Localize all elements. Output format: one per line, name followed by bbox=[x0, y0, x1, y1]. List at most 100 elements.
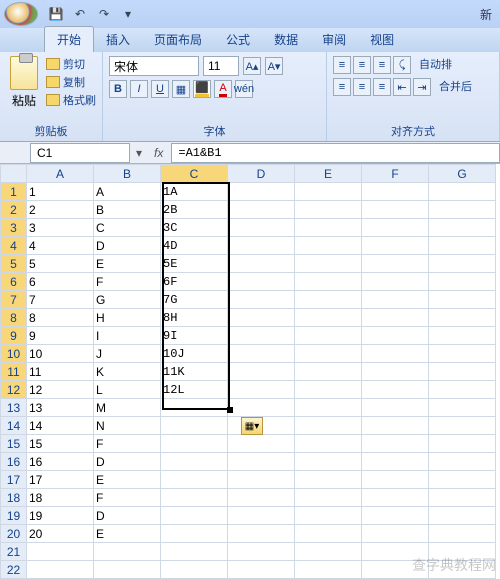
cell-G7[interactable] bbox=[429, 291, 496, 309]
office-button[interactable] bbox=[4, 2, 38, 26]
cell-C1[interactable]: 1A bbox=[161, 183, 228, 201]
cell-C18[interactable] bbox=[161, 489, 228, 507]
cell-G10[interactable] bbox=[429, 345, 496, 363]
align-right-button[interactable]: ≡ bbox=[373, 78, 391, 96]
cell-G6[interactable] bbox=[429, 273, 496, 291]
bold-button[interactable]: B bbox=[109, 80, 127, 98]
format-painter-button[interactable]: 格式刷 bbox=[46, 92, 96, 108]
cell-G16[interactable] bbox=[429, 453, 496, 471]
cell-A7[interactable]: 7 bbox=[27, 291, 94, 309]
cell-F2[interactable] bbox=[362, 201, 429, 219]
cell-C10[interactable]: 10J bbox=[161, 345, 228, 363]
row-header-7[interactable]: 7 bbox=[1, 291, 27, 309]
cell-F8[interactable] bbox=[362, 309, 429, 327]
cell-D6[interactable] bbox=[228, 273, 295, 291]
cell-C6[interactable]: 6F bbox=[161, 273, 228, 291]
cell-D22[interactable] bbox=[228, 561, 295, 579]
cell-B4[interactable]: D bbox=[94, 237, 161, 255]
cell-D16[interactable] bbox=[228, 453, 295, 471]
cell-F6[interactable] bbox=[362, 273, 429, 291]
cell-F13[interactable] bbox=[362, 399, 429, 417]
cell-F22[interactable] bbox=[362, 561, 429, 579]
cell-C2[interactable]: 2B bbox=[161, 201, 228, 219]
redo-icon[interactable]: ↷ bbox=[94, 4, 114, 24]
cell-C4[interactable]: 4D bbox=[161, 237, 228, 255]
font-name-combo[interactable]: 宋体 bbox=[109, 56, 199, 76]
cell-E2[interactable] bbox=[295, 201, 362, 219]
cell-E1[interactable] bbox=[295, 183, 362, 201]
cell-B7[interactable]: G bbox=[94, 291, 161, 309]
cell-A19[interactable]: 19 bbox=[27, 507, 94, 525]
cell-A12[interactable]: 12 bbox=[27, 381, 94, 399]
fx-icon[interactable]: fx bbox=[146, 146, 171, 160]
cell-D9[interactable] bbox=[228, 327, 295, 345]
cell-A1[interactable]: 1 bbox=[27, 183, 94, 201]
row-header-15[interactable]: 15 bbox=[1, 435, 27, 453]
cell-E5[interactable] bbox=[295, 255, 362, 273]
autofill-options-button[interactable]: ▦▾ bbox=[241, 417, 263, 435]
cut-button[interactable]: 剪切 bbox=[46, 56, 96, 72]
cell-D19[interactable] bbox=[228, 507, 295, 525]
cell-C16[interactable] bbox=[161, 453, 228, 471]
row-header-1[interactable]: 1 bbox=[1, 183, 27, 201]
cell-E10[interactable] bbox=[295, 345, 362, 363]
cell-F5[interactable] bbox=[362, 255, 429, 273]
tab-公式[interactable]: 公式 bbox=[214, 27, 262, 52]
worksheet[interactable]: ABCDEFG11A1A22B2B33C3C44D4D55E5E66F6F77G… bbox=[0, 164, 500, 579]
cell-E16[interactable] bbox=[295, 453, 362, 471]
cell-D4[interactable] bbox=[228, 237, 295, 255]
cell-F9[interactable] bbox=[362, 327, 429, 345]
row-header-21[interactable]: 21 bbox=[1, 543, 27, 561]
row-header-17[interactable]: 17 bbox=[1, 471, 27, 489]
cell-C20[interactable] bbox=[161, 525, 228, 543]
align-bottom-button[interactable]: ≡ bbox=[373, 56, 391, 74]
cell-B11[interactable]: K bbox=[94, 363, 161, 381]
cell-D8[interactable] bbox=[228, 309, 295, 327]
cell-E20[interactable] bbox=[295, 525, 362, 543]
row-header-16[interactable]: 16 bbox=[1, 453, 27, 471]
cell-A6[interactable]: 6 bbox=[27, 273, 94, 291]
cell-G15[interactable] bbox=[429, 435, 496, 453]
shrink-font-button[interactable]: A▾ bbox=[265, 57, 283, 75]
cell-C12[interactable]: 12L bbox=[161, 381, 228, 399]
row-header-18[interactable]: 18 bbox=[1, 489, 27, 507]
paste-button[interactable]: 粘贴 bbox=[6, 56, 42, 109]
cell-E15[interactable] bbox=[295, 435, 362, 453]
align-left-button[interactable]: ≡ bbox=[333, 78, 351, 96]
cell-C11[interactable]: 11K bbox=[161, 363, 228, 381]
col-header-D[interactable]: D bbox=[228, 165, 295, 183]
cell-F18[interactable] bbox=[362, 489, 429, 507]
cell-F7[interactable] bbox=[362, 291, 429, 309]
cell-F4[interactable] bbox=[362, 237, 429, 255]
cell-B14[interactable]: N bbox=[94, 417, 161, 435]
cell-G14[interactable] bbox=[429, 417, 496, 435]
increase-indent-button[interactable]: ⇥ bbox=[413, 78, 431, 96]
grow-font-button[interactable]: A▴ bbox=[243, 57, 261, 75]
cell-A10[interactable]: 10 bbox=[27, 345, 94, 363]
merge-center-button[interactable]: 合并后 bbox=[439, 78, 472, 96]
cell-C8[interactable]: 8H bbox=[161, 309, 228, 327]
col-header-A[interactable]: A bbox=[27, 165, 94, 183]
cell-G11[interactable] bbox=[429, 363, 496, 381]
row-header-14[interactable]: 14 bbox=[1, 417, 27, 435]
cell-E18[interactable] bbox=[295, 489, 362, 507]
fill-color-button[interactable]: ⬛ bbox=[193, 80, 211, 98]
cell-E11[interactable] bbox=[295, 363, 362, 381]
row-header-9[interactable]: 9 bbox=[1, 327, 27, 345]
cell-G17[interactable] bbox=[429, 471, 496, 489]
cell-G3[interactable] bbox=[429, 219, 496, 237]
row-header-3[interactable]: 3 bbox=[1, 219, 27, 237]
cell-C3[interactable]: 3C bbox=[161, 219, 228, 237]
cell-G12[interactable] bbox=[429, 381, 496, 399]
row-header-19[interactable]: 19 bbox=[1, 507, 27, 525]
cell-C15[interactable] bbox=[161, 435, 228, 453]
align-center-button[interactable]: ≡ bbox=[353, 78, 371, 96]
cell-F19[interactable] bbox=[362, 507, 429, 525]
cell-F1[interactable] bbox=[362, 183, 429, 201]
cell-B16[interactable]: D bbox=[94, 453, 161, 471]
cell-F21[interactable] bbox=[362, 543, 429, 561]
cell-G4[interactable] bbox=[429, 237, 496, 255]
cell-D11[interactable] bbox=[228, 363, 295, 381]
cell-B13[interactable]: M bbox=[94, 399, 161, 417]
cell-B22[interactable] bbox=[94, 561, 161, 579]
